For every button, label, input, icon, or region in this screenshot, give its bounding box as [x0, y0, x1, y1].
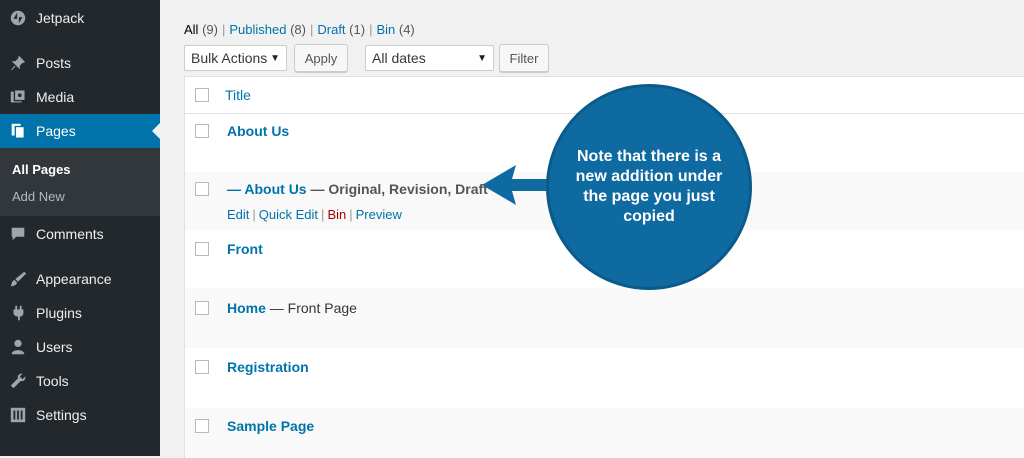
sidebar-item-plugins[interactable]: Plugins: [0, 296, 160, 330]
filter-all[interactable]: All (9): [184, 22, 218, 37]
sidebar-item-label: Pages: [36, 123, 76, 139]
pages-icon: [0, 122, 36, 140]
sidebar-item-tools[interactable]: Tools: [0, 364, 160, 398]
sidebar-item-label: Users: [36, 339, 73, 355]
row-checkbox[interactable]: [195, 301, 209, 315]
status-filters: All (9) | Published (8) | Draft (1) | Bin (4): [184, 22, 415, 37]
filter-button[interactable]: Filter: [499, 44, 549, 72]
plugin-icon: [0, 304, 36, 322]
admin-sidebar: Jetpack Posts Media Pages All Pages Add …: [0, 0, 160, 456]
row-checkbox[interactable]: [195, 124, 209, 138]
pin-icon: [0, 54, 36, 72]
chevron-down-icon: ▼: [477, 52, 487, 64]
row-checkbox[interactable]: [195, 182, 209, 196]
sidebar-item-jetpack[interactable]: Jetpack: [0, 1, 160, 35]
edit-link[interactable]: Edit: [227, 207, 249, 222]
sidebar-item-label: Media: [36, 89, 75, 105]
sidebar-item-users[interactable]: Users: [0, 330, 160, 364]
filter-draft[interactable]: Draft (1): [317, 22, 365, 37]
table-row: Home — Front Page: [185, 288, 1024, 348]
column-title[interactable]: Title: [225, 87, 251, 103]
page-title-link[interactable]: Sample Page: [227, 418, 314, 434]
pages-submenu: All Pages Add New: [0, 148, 160, 216]
bin-link[interactable]: Bin: [327, 207, 346, 222]
jetpack-icon: [0, 9, 36, 27]
page-state: — Front Page: [265, 300, 357, 316]
filter-published[interactable]: Published (8): [229, 22, 306, 37]
settings-icon: [0, 406, 36, 424]
quick-edit-link[interactable]: Quick Edit: [259, 207, 318, 222]
page-title-link[interactable]: — About Us — Original, Revision, Draft: [227, 181, 488, 197]
sidebar-item-label: Appearance: [36, 271, 112, 287]
page-state: — Original, Revision, Draft: [306, 181, 488, 197]
sidebar-item-pages[interactable]: Pages: [0, 114, 160, 148]
brush-icon: [0, 270, 36, 288]
sidebar-item-label: Settings: [36, 407, 87, 423]
page-title-link[interactable]: Home — Front Page: [227, 300, 357, 316]
sidebar-item-media[interactable]: Media: [0, 80, 160, 114]
sidebar-item-label: Posts: [36, 55, 72, 71]
page-title-link[interactable]: About Us: [227, 123, 289, 139]
apply-button[interactable]: Apply: [294, 44, 348, 72]
page-title-link[interactable]: Registration: [227, 359, 309, 375]
sidebar-item-label: Jetpack: [36, 10, 85, 26]
page-title-link[interactable]: Front: [227, 241, 263, 257]
wrench-icon: [0, 372, 36, 390]
submenu-add-new[interactable]: Add New: [12, 189, 65, 204]
chevron-down-icon: ▼: [270, 52, 280, 64]
comment-icon: [0, 225, 36, 243]
sidebar-item-label: Plugins: [36, 305, 82, 321]
dates-select[interactable]: All dates ▼: [365, 45, 494, 71]
select-all-checkbox[interactable]: [195, 88, 209, 102]
row-checkbox[interactable]: [195, 419, 209, 433]
callout-text: Note that there is a new addition under …: [575, 148, 723, 225]
filter-bin[interactable]: Bin (4): [376, 22, 414, 37]
row-actions: Edit | Quick Edit | Bin | Preview: [227, 207, 402, 222]
row-checkbox[interactable]: [195, 360, 209, 374]
current-menu-pointer: [152, 123, 160, 139]
sidebar-item-label: Comments: [36, 226, 104, 242]
sidebar-item-appearance[interactable]: Appearance: [0, 262, 160, 296]
sidebar-item-comments[interactable]: Comments: [0, 217, 160, 251]
sidebar-item-label: Tools: [36, 373, 69, 389]
preview-link[interactable]: Preview: [356, 207, 402, 222]
sidebar-item-settings[interactable]: Settings: [0, 398, 160, 432]
bulk-actions-select[interactable]: Bulk Actions ▼: [184, 45, 287, 71]
user-icon: [0, 338, 36, 356]
submenu-all-pages[interactable]: All Pages: [12, 162, 71, 177]
table-row: Registration: [185, 348, 1024, 408]
row-checkbox[interactable]: [195, 242, 209, 256]
sidebar-item-posts[interactable]: Posts: [0, 46, 160, 80]
media-icon: [0, 88, 36, 106]
table-row: Sample Page: [185, 408, 1024, 458]
callout-arrow-icon: [482, 165, 548, 205]
callout-bubble: Note that there is a new addition under …: [546, 84, 752, 290]
